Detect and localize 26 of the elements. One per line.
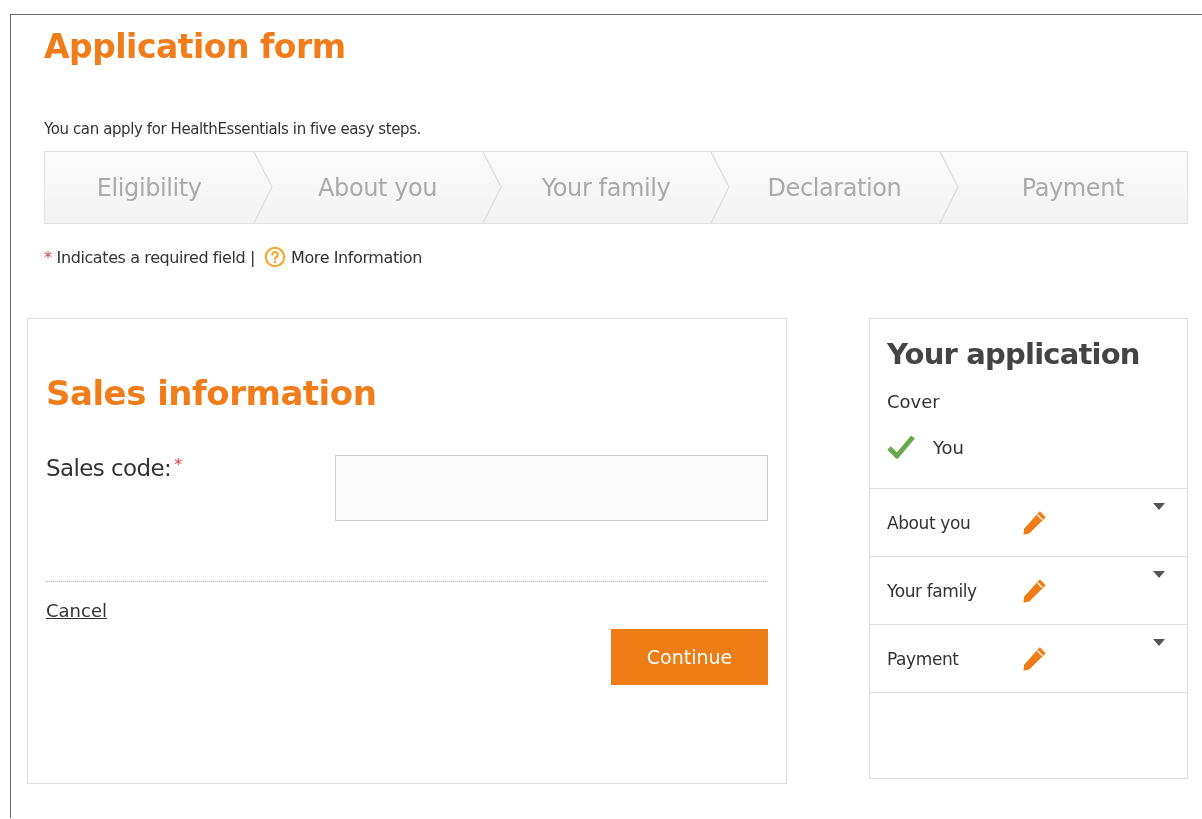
caret-icon[interactable] (1153, 503, 1165, 510)
sales-code-field[interactable] (334, 455, 768, 521)
section-label[interactable]: Your family (887, 580, 1020, 601)
more-information-link[interactable]: More Information (291, 247, 422, 267)
required-mark: * (44, 247, 52, 267)
continue-button[interactable]: Continue (611, 629, 768, 685)
page-title: Application form (44, 26, 347, 68)
intro-text: You can apply for HealthEssentials in five easy steps. (44, 119, 422, 139)
section-label[interactable]: About you (887, 512, 1020, 533)
step-label[interactable]: Eligibility (45, 173, 254, 202)
cover-item: You (933, 436, 965, 458)
required-note: Indicates a required field | (56, 247, 256, 267)
field-label: Sales code: (46, 455, 172, 481)
section-title: Sales information (46, 373, 378, 413)
caret-icon[interactable] (1153, 639, 1165, 646)
cancel-link[interactable]: Cancel (46, 600, 107, 621)
required-mark: * (174, 455, 183, 474)
help-icon[interactable] (264, 246, 287, 268)
panel-title: Your application (887, 337, 1141, 371)
section-label[interactable]: Payment (887, 648, 1020, 669)
caret-icon[interactable] (1153, 571, 1165, 578)
step-label[interactable]: Declaration (730, 173, 939, 202)
step-label[interactable]: Your family (501, 173, 711, 202)
step-label[interactable]: Payment (958, 173, 1188, 202)
step-label[interactable]: About you (273, 173, 482, 202)
cover-label: Cover (887, 391, 941, 412)
